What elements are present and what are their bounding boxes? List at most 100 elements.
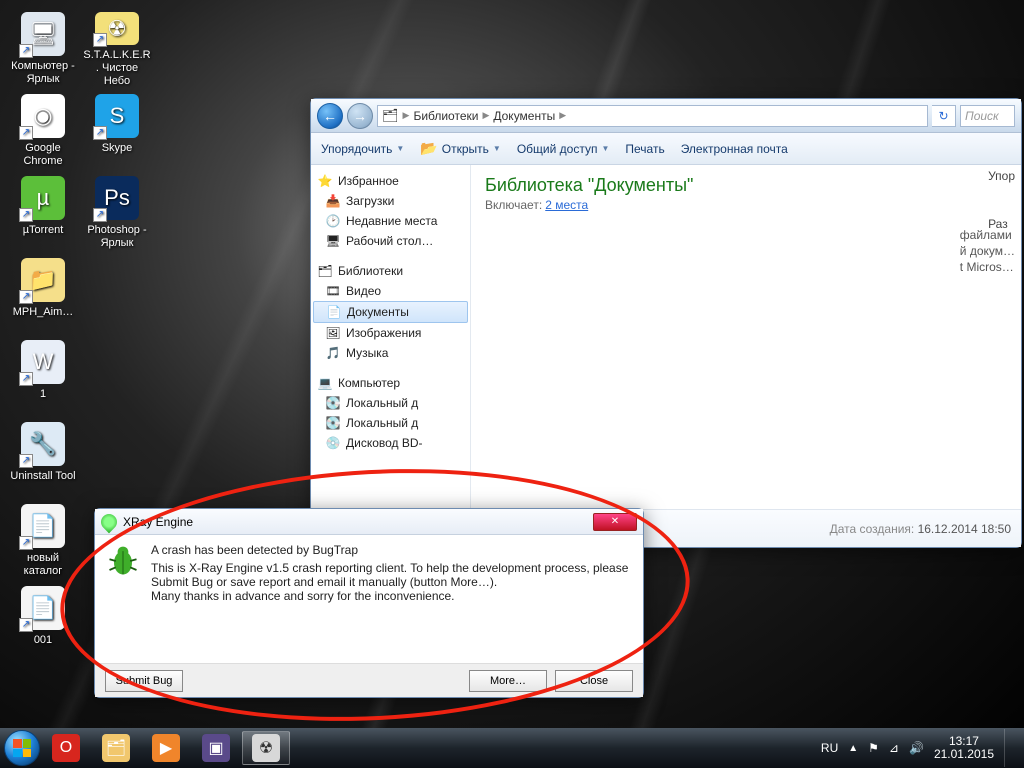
taskbar-explorer[interactable]: 🗂	[92, 731, 140, 765]
open-button[interactable]: 📂Открыть▼	[420, 140, 501, 157]
sidebar-item[interactable]: 💽Локальный д	[313, 413, 468, 433]
breadcrumb-root[interactable]: Библиотеки	[413, 109, 478, 123]
app-icon: ◉↗	[21, 94, 65, 138]
explorer-window[interactable]: ← → 🗂 ▶ Библиотеки ▶ Документы ▶ ↻ Поиск…	[310, 98, 1022, 548]
volume-icon[interactable]: 🔊	[909, 741, 924, 755]
share-button[interactable]: Общий доступ▼	[517, 142, 610, 156]
sidebar-computer[interactable]: 💻Компьютер	[313, 373, 468, 393]
close-dialog-button[interactable]: Close	[555, 670, 633, 692]
sidebar-item-label: Локальный д	[346, 416, 418, 430]
taskbar-kmplayer[interactable]: ▣	[192, 731, 240, 765]
submit-bug-button[interactable]: Submit Bug	[105, 670, 183, 692]
shortcut-arrow-icon: ↗	[93, 33, 107, 47]
print-button[interactable]: Печать	[625, 142, 664, 156]
desktop-icon[interactable]: 🖥↗Компьютер - Ярлык	[8, 8, 78, 88]
explorer-content[interactable]: Упор Раз Библиотека "Документы" Включает…	[471, 165, 1021, 509]
network-icon[interactable]: ⊿	[889, 741, 899, 755]
language-indicator[interactable]: RU	[821, 741, 838, 755]
sidebar-item-label: Видео	[346, 284, 381, 298]
explorer-navbar: ← → 🗂 ▶ Библиотеки ▶ Документы ▶ ↻ Поиск	[311, 99, 1021, 133]
refresh-button[interactable]: ↻	[932, 105, 956, 127]
desktop-icon[interactable]: 📄↗001	[8, 582, 78, 662]
sidebar-item[interactable]: 🕑Недавние места	[313, 211, 468, 231]
taskbar-mediaplayer[interactable]: ▶	[142, 731, 190, 765]
sidebar-item[interactable]: 💿Дисковод BD-	[313, 433, 468, 453]
taskbar-stalker[interactable]: ☢	[242, 731, 290, 765]
sidebar-item[interactable]: 🖥Рабочий стол…	[313, 231, 468, 251]
tray-overflow-icon[interactable]: ▲	[848, 743, 858, 754]
desktop-icon[interactable]: 🔧↗ Uninstall Tool	[8, 418, 78, 498]
app-icon: 🔧↗	[21, 422, 65, 466]
clock[interactable]: 13:17 21.01.2015	[934, 735, 994, 761]
desktop-icon[interactable]: Ps↗Photoshop - Ярлык	[82, 172, 152, 252]
chevron-right-icon: ▶	[482, 110, 489, 121]
explorer-toolbar: Упорядочить▼ 📂Открыть▼ Общий доступ▼ Печ…	[311, 133, 1021, 165]
shortcut-arrow-icon: ↗	[19, 454, 33, 468]
start-button[interactable]	[4, 730, 40, 766]
locations-link[interactable]: 2 места	[545, 198, 588, 212]
desktop-icon[interactable]: ☢↗S.T.A.L.K.E.R. Чистое Небо	[82, 8, 152, 88]
chevron-right-icon: ▶	[403, 110, 410, 121]
desktop-icon[interactable]: µ↗ µTorrent	[8, 172, 78, 252]
folder-open-icon: 📂	[420, 140, 437, 157]
desktop-icon-label: Uninstall Tool	[10, 470, 75, 483]
shortcut-arrow-icon: ↗	[19, 208, 33, 222]
desktop-icon-label: S.T.A.L.K.E.R. Чистое Небо	[83, 49, 151, 88]
dialog-heading: A crash has been detected by BugTrap	[151, 543, 628, 557]
sidebar-item-label: Дисковод BD-	[346, 436, 423, 450]
address-bar[interactable]: 🗂 ▶ Библиотеки ▶ Документы ▶	[377, 105, 928, 127]
sidebar-item[interactable]: 🎞Видео	[313, 281, 468, 301]
desktop-icon[interactable]: 📁↗MPH_Aim…	[8, 254, 78, 334]
system-tray: RU ▲ ⚑ ⊿ 🔊 13:17 21.01.2015	[821, 729, 1020, 767]
library-icon: 🖼	[325, 325, 341, 341]
arrange-label[interactable]: Упор	[988, 165, 1015, 187]
more-button[interactable]: More…	[469, 670, 547, 692]
nav-forward-button[interactable]: →	[347, 103, 373, 129]
close-button[interactable]: ✕	[593, 513, 637, 531]
sidebar-favorites[interactable]: ⭐Избранное	[313, 171, 468, 191]
organize-button[interactable]: Упорядочить▼	[321, 142, 404, 156]
dialog-body: A crash has been detected by BugTrap Thi…	[95, 535, 643, 663]
sidebar-item[interactable]: 🎵Музыка	[313, 343, 468, 363]
desktop-icon-label: 1	[40, 388, 46, 401]
chevron-down-icon: ▼	[601, 144, 609, 153]
desktop-icon[interactable]: ◉↗Google Chrome	[8, 90, 78, 170]
app-icon: 📁↗	[21, 258, 65, 302]
shortcut-arrow-icon: ↗	[19, 618, 33, 632]
sidebar-item[interactable]: 🖼Изображения	[313, 323, 468, 343]
bug-icon	[105, 543, 141, 579]
desktop-icon-label: Photoshop - Ярлык	[83, 224, 151, 250]
taskbar-opera[interactable]: O	[42, 731, 90, 765]
crash-dialog[interactable]: XRay Engine ✕ A crash has been detected …	[94, 508, 644, 698]
dialog-title: XRay Engine	[123, 515, 587, 529]
desktop-icon-label: 001	[34, 634, 52, 647]
app-icon: µ↗	[21, 176, 65, 220]
chevron-down-icon: ▼	[493, 144, 501, 153]
library-icon: 🎵	[325, 345, 341, 361]
search-input[interactable]: Поиск	[960, 105, 1015, 127]
sidebar-item[interactable]: 📄Документы	[313, 301, 468, 323]
nav-back-button[interactable]: ←	[317, 103, 343, 129]
app-icon: S↗	[95, 94, 139, 138]
desktop-icon[interactable]: W↗1	[8, 336, 78, 416]
sidebar-libraries[interactable]: 🗂Библиотеки	[313, 261, 468, 281]
taskbar: O 🗂 ▶ ▣ ☢ RU ▲ ⚑ ⊿ 🔊 13:17 21.01.2015	[0, 728, 1024, 768]
library-subtitle: Включает: 2 места	[485, 198, 1007, 212]
sidebar-item-label: Документы	[347, 305, 409, 319]
explorer-sidebar: ⭐Избранное 📥Загрузки🕑Недавние места🖥Рабо…	[311, 165, 471, 509]
desktop-icon-label: новый каталог	[9, 552, 77, 578]
desktop-icon[interactable]: 📄↗новый каталог	[8, 500, 78, 580]
clock-date: 21.01.2015	[934, 748, 994, 761]
dialog-titlebar[interactable]: XRay Engine ✕	[95, 509, 643, 535]
desktop-icon[interactable]: S↗Skype	[82, 90, 152, 170]
action-center-icon[interactable]: ⚑	[868, 741, 879, 755]
shortcut-arrow-icon: ↗	[19, 126, 33, 140]
app-icon: 🖥↗	[21, 12, 65, 56]
email-button[interactable]: Электронная почта	[681, 142, 788, 156]
sidebar-item[interactable]: 📥Загрузки	[313, 191, 468, 211]
breadcrumb-sub[interactable]: Документы	[493, 109, 555, 123]
sidebar-item[interactable]: 💽Локальный д	[313, 393, 468, 413]
sidebar-item-label: Недавние места	[346, 214, 437, 228]
show-desktop-button[interactable]	[1004, 729, 1014, 767]
desktop-icon-label: µTorrent	[23, 224, 64, 237]
